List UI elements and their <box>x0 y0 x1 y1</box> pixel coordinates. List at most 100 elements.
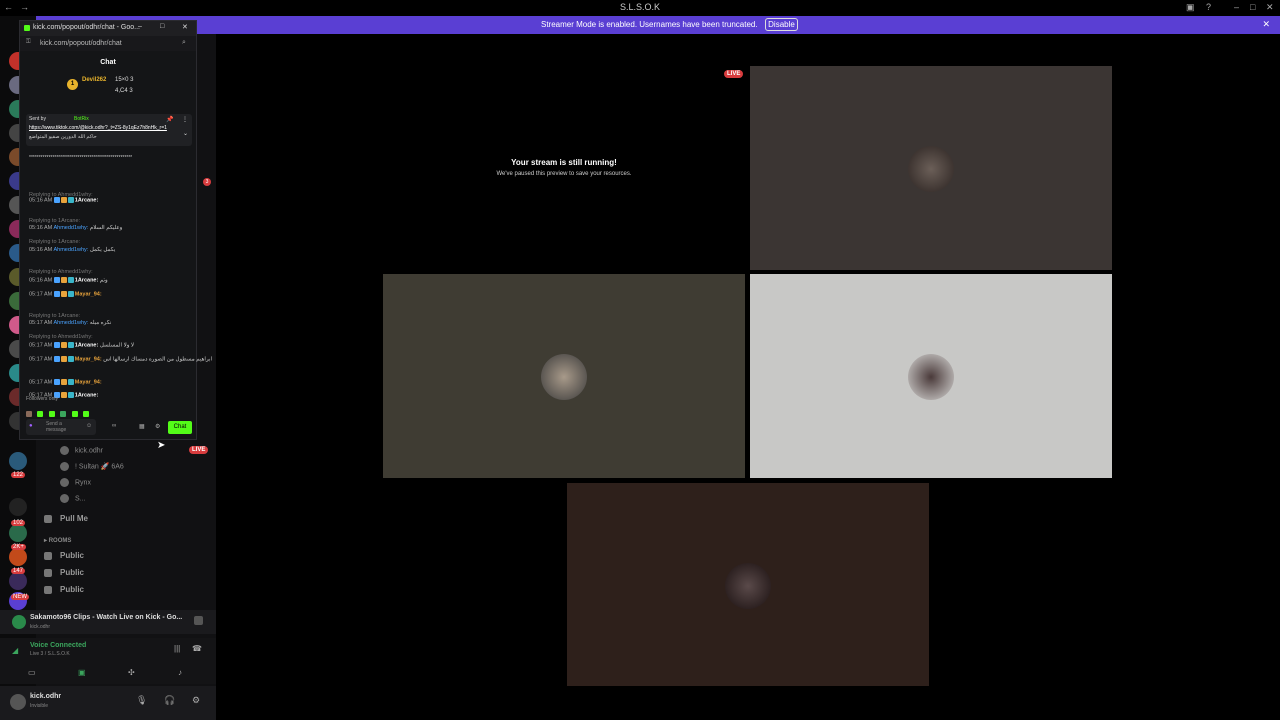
minimize-icon[interactable]: – <box>1234 2 1239 12</box>
url-text: kick.com/popout/odhr/chat <box>40 40 122 47</box>
voice-channel-public[interactable]: Public <box>44 568 84 577</box>
chat-message: 05:17 AM 1Arcane: لا ولا المسلسل <box>29 342 134 348</box>
pinned-link[interactable]: https://www.tiktok.com/@kick.odhr?_t=ZS-… <box>29 125 167 131</box>
user-badge-icon <box>67 197 74 203</box>
reply-reference[interactable]: Replying to Ahmedd1why: <box>29 334 93 340</box>
voice-user[interactable]: S... <box>60 494 86 503</box>
screen-share-icon[interactable]: ▣ <box>78 668 86 677</box>
more-icon[interactable]: ⋮ <box>182 116 188 123</box>
minimize-icon[interactable]: – <box>138 23 142 30</box>
popout-titlebar: kick.com/popout/odhr/chat - Goo... – □ ✕ <box>20 21 196 36</box>
banner-text: Streamer Mode is enabled. Usernames have… <box>541 20 758 29</box>
voice-user[interactable]: Rynx <box>60 478 91 487</box>
emote-icon[interactable] <box>71 410 78 417</box>
user-badge-icon <box>67 277 74 283</box>
maximize-icon[interactable]: □ <box>160 23 164 30</box>
speaker-icon <box>44 568 52 577</box>
emoji-icon[interactable]: ☺ <box>86 423 92 429</box>
headphones-icon[interactable]: 🎧 <box>164 695 175 706</box>
participant-tile[interactable] <box>750 274 1112 478</box>
voice-channel-pull-me[interactable]: Pull Me <box>44 514 88 523</box>
message-username[interactable]: Ahmedd1why: <box>53 247 88 253</box>
reply-reference[interactable]: Replying to Ahmedd1why: <box>29 269 93 275</box>
soundboard-icon[interactable]: ♪ <box>178 668 182 677</box>
address-bar[interactable]: ⚿ kick.com/popout/odhr/chat ⌕ <box>20 36 196 51</box>
activity-panel[interactable]: Sakamoto96 Clips - Watch Live on Kick - … <box>0 610 216 634</box>
disable-button[interactable]: Disable <box>765 18 798 31</box>
user-badge-icon <box>53 291 60 297</box>
voice-channel-public[interactable]: Public <box>44 551 84 560</box>
participant-tile[interactable] <box>383 274 745 478</box>
window-titlebar: ← → S.L.S.O.K ▣ ? – □ ✕ <box>0 0 1280 16</box>
gift-icon[interactable]: ▦ <box>139 423 145 430</box>
message-username[interactable]: Mayar_94: <box>75 291 102 297</box>
message-username[interactable]: 1Arcane: <box>75 392 99 398</box>
pinned-message[interactable]: Sent by BotRix 📌 ⋮ https://www.tiktok.co… <box>26 114 192 146</box>
server-icon[interactable] <box>9 548 27 566</box>
activity-icon <box>12 615 26 629</box>
followers-only-label: Followers only <box>26 396 58 402</box>
emote-icon[interactable] <box>37 410 44 417</box>
chevron-down-icon[interactable]: ⌄ <box>183 130 188 137</box>
voice-user-name: kick.odhr <box>75 447 104 455</box>
voice-user[interactable]: ! Sultan 🚀 6A6 <box>60 462 124 471</box>
message-username[interactable]: Ahmedd1why: <box>53 320 88 326</box>
server-icon[interactable] <box>9 524 27 542</box>
voice-channel[interactable]: Live 3 / S.L.S.O.K <box>30 651 70 657</box>
speaker-icon <box>44 585 52 594</box>
message-username[interactable]: 1Arcane: <box>75 197 99 203</box>
message-placeholder: Send a message <box>46 421 67 433</box>
server-icon[interactable] <box>9 572 27 590</box>
noise-suppression-icon[interactable]: ||| <box>174 644 180 653</box>
gear-icon[interactable]: ⚙ <box>155 423 160 430</box>
message-username[interactable]: Ahmedd1why: <box>53 225 88 231</box>
participant-tile[interactable] <box>567 483 929 686</box>
category-rooms[interactable]: ▸ ROOMS <box>44 537 71 544</box>
activities-icon[interactable]: ✣ <box>128 668 135 677</box>
emote-icon[interactable] <box>48 410 55 417</box>
message-username[interactable]: Mayar_94: <box>75 379 102 385</box>
points-icon[interactable]: ∞ <box>112 423 116 429</box>
popout-icon[interactable] <box>194 616 203 625</box>
voice-channel-public[interactable]: Public <box>44 585 84 594</box>
server-icon[interactable] <box>9 452 27 470</box>
pin-icon[interactable]: 📌 <box>166 116 173 123</box>
emote-row <box>26 405 150 417</box>
activity-sub: kick.odhr <box>30 624 51 630</box>
emote-icon[interactable] <box>26 410 32 417</box>
disconnect-icon[interactable]: ☎ <box>192 644 202 653</box>
chat-send-button[interactable]: Chat <box>168 421 192 434</box>
avatar <box>908 146 954 192</box>
help-icon[interactable]: ? <box>1206 2 1211 12</box>
participant-tile[interactable] <box>750 66 1112 270</box>
emote-icon[interactable] <box>83 410 90 417</box>
camera-off-icon[interactable]: ▭ <box>28 668 36 677</box>
message-username[interactable]: 1Arcane: <box>75 342 99 348</box>
top-user[interactable]: Devil262 <box>82 77 106 83</box>
close-icon[interactable]: ✕ <box>182 23 188 31</box>
popout-chat-window: kick.com/popout/odhr/chat - Goo... – □ ✕… <box>19 20 212 440</box>
inbox-icon[interactable]: ▣ <box>1186 2 1195 13</box>
avatar[interactable] <box>10 694 26 710</box>
microphone-icon[interactable]: 🎙 <box>136 695 147 706</box>
message-username[interactable]: Mayar_94: <box>75 356 102 362</box>
signal-icon[interactable]: ◢ <box>12 646 18 655</box>
search-icon[interactable]: ⌕ <box>182 39 186 47</box>
reply-reference[interactable]: Replying to 1Arcane: <box>29 239 80 245</box>
banner-close-icon[interactable]: ✕ <box>1262 19 1270 30</box>
microphone-icon[interactable]: ● <box>29 423 33 429</box>
maximize-icon[interactable]: □ <box>1250 2 1255 12</box>
chat-message: 05:17 AM Mayar_94: <box>29 379 102 385</box>
reply-reference[interactable]: Replying to 1Arcane: <box>29 313 80 319</box>
message-username[interactable]: 1Arcane: <box>75 277 99 283</box>
message-input[interactable]: ● Send a message ☺ <box>26 419 96 435</box>
user-badge-icon <box>53 379 60 385</box>
site-info-icon[interactable]: ⚿ <box>26 39 31 46</box>
gear-icon[interactable]: ⚙ <box>192 695 200 706</box>
server-icon[interactable] <box>9 498 27 516</box>
close-icon[interactable]: ✕ <box>1266 2 1274 13</box>
reply-reference[interactable]: Replying to 1Arcane: <box>29 218 80 224</box>
emote-icon[interactable] <box>60 410 67 417</box>
voice-user[interactable]: kick.odhr <box>60 446 103 455</box>
message-text: يكمل يكمل <box>89 247 116 253</box>
